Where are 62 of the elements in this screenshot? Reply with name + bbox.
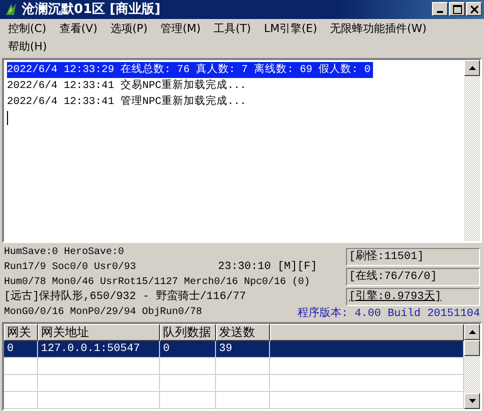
menu-item[interactable]: 帮助(H) <box>6 38 49 56</box>
status-text: Hum0/78 Mon0/46 UsrRot15/1127 Merch0/16 Npc0/16 (0) <box>4 276 310 290</box>
minimize-button[interactable] <box>432 2 448 16</box>
text-cursor <box>7 110 8 125</box>
status-panel: [刷怪:11501] <box>346 248 480 266</box>
menu-item[interactable]: 管理(M) <box>158 20 203 38</box>
scroll-up-button[interactable] <box>464 324 480 340</box>
column-header[interactable]: 网关地址 <box>38 324 160 341</box>
table-cell[interactable] <box>270 392 464 409</box>
column-header[interactable]: 发送数 <box>216 324 270 341</box>
table-cell[interactable] <box>216 358 270 375</box>
column-header[interactable] <box>270 324 464 341</box>
app-icon <box>4 2 18 16</box>
menu-item[interactable]: LM引擎(E) <box>262 20 320 38</box>
menu-item[interactable]: 工具(T) <box>212 20 253 38</box>
status-panel: [引擎:0.9793天] <box>346 288 480 306</box>
table-cell[interactable] <box>160 374 216 392</box>
column-header[interactable]: 队列数据 <box>160 324 216 341</box>
status-time: 23:30:10 [M][F] <box>218 260 318 276</box>
maximize-icon <box>452 4 462 14</box>
table-cell[interactable] <box>270 340 464 358</box>
status-panel: [在线:76/76/0] <box>346 268 480 286</box>
up-arrow-icon <box>468 66 476 70</box>
scroll-up-button[interactable] <box>464 60 480 76</box>
log-line: 2022/6/4 12:33:41 管理NPC重新加载完成... <box>7 94 248 110</box>
column-header[interactable]: 网关 <box>4 324 38 341</box>
table-cell[interactable] <box>216 392 270 409</box>
window-title: 沧澜沉默01区 [商业版] <box>22 0 162 18</box>
table-cell[interactable] <box>38 392 160 409</box>
maximize-button[interactable] <box>449 2 465 16</box>
down-arrow-icon <box>468 398 476 403</box>
menu-item[interactable]: 查看(V) <box>57 20 100 38</box>
log-line: 2022/6/4 12:33:41 交易NPC重新加载完成... <box>7 78 248 94</box>
version-text: 程序版本: 4.00 Build 20151104 <box>297 306 480 320</box>
table-cell[interactable] <box>216 374 270 392</box>
table-cell[interactable] <box>160 392 216 409</box>
close-button[interactable] <box>466 2 482 16</box>
table-cell[interactable] <box>38 358 160 375</box>
status-text: [远古]保持队形,650/932 - 野蛮骑士/116/77 <box>4 290 246 306</box>
table-cell[interactable] <box>4 392 38 409</box>
table-cell[interactable]: 0 <box>160 340 216 358</box>
up-arrow-icon <box>468 330 476 334</box>
status-text: MonG0/0/16 MonP0/29/94 ObjRun0/78 <box>4 306 202 320</box>
close-icon <box>470 4 478 14</box>
scroll-down-button[interactable] <box>464 392 480 409</box>
menu-item[interactable]: 控制(C) <box>6 20 48 38</box>
status-text: HumSave:0 HeroSave:0 <box>4 246 124 260</box>
table-cell[interactable] <box>160 358 216 375</box>
table-cell[interactable] <box>38 374 160 392</box>
scroll-thumb[interactable] <box>464 340 480 356</box>
table-cell[interactable] <box>4 374 38 392</box>
table-cell[interactable] <box>270 358 464 375</box>
status-text: Run17/9 Soc0/0 Usr0/93 <box>4 260 136 276</box>
table-cell[interactable]: 39 <box>216 340 270 358</box>
table-cell[interactable]: 0 <box>4 340 38 358</box>
table-cell[interactable]: 127.0.0.1:50547 <box>38 340 160 358</box>
table-cell[interactable] <box>4 358 38 375</box>
scrollbar[interactable] <box>464 60 480 242</box>
scrollbar[interactable] <box>464 324 480 409</box>
menu-item[interactable]: 无限蜂功能插件(W) <box>328 20 429 38</box>
menu-item[interactable]: 选项(P) <box>108 20 150 38</box>
table-cell[interactable] <box>270 374 464 392</box>
